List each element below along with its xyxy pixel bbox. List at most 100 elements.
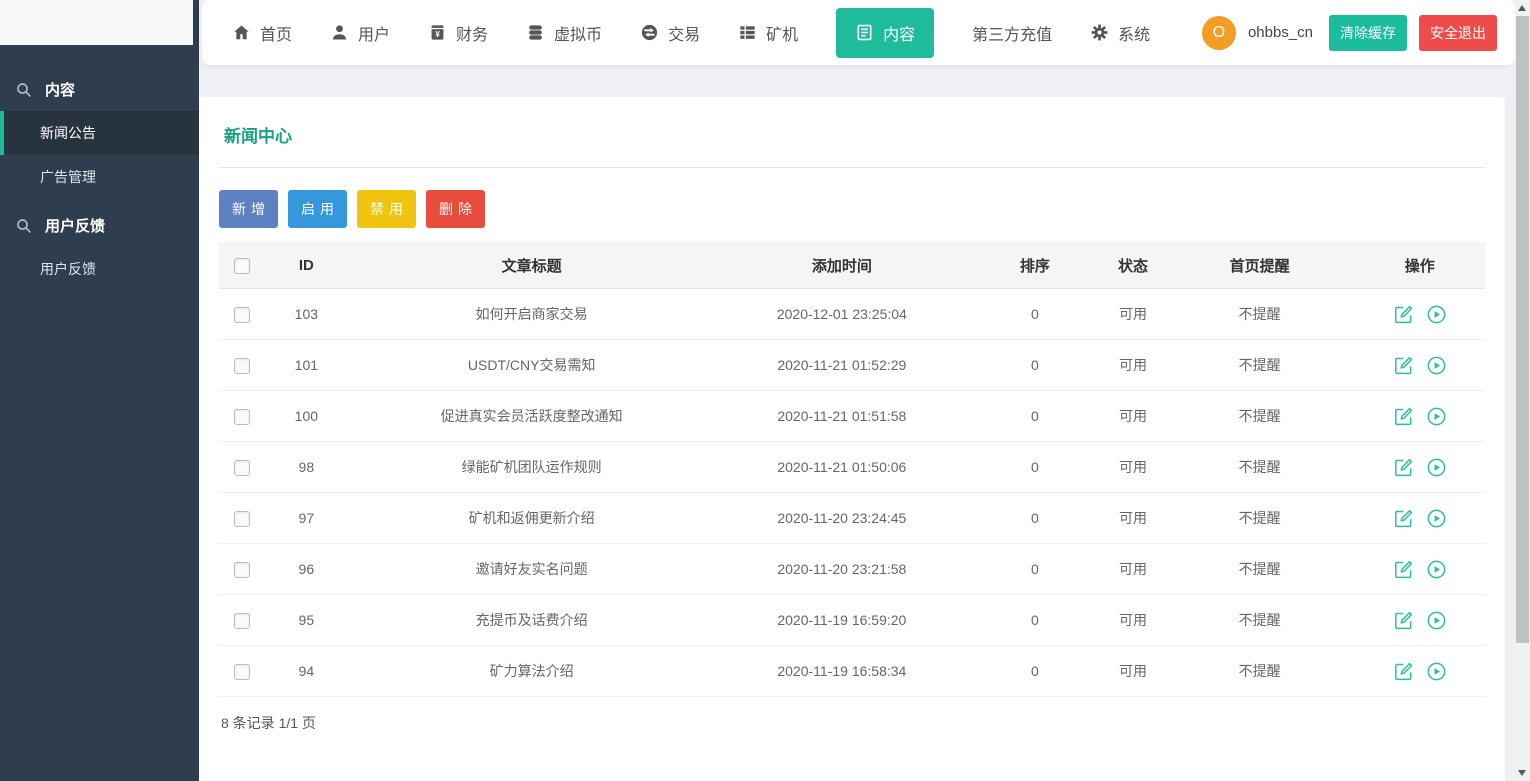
sidebar-item-ads[interactable]: 广告管理	[0, 155, 199, 199]
edit-button[interactable]	[1393, 304, 1414, 325]
cell-remind: 不提醒	[1165, 646, 1355, 697]
content-panel: 新闻中心 新增 启用 禁用 删除 ID 文章标题 添加时间	[199, 97, 1505, 781]
header-time: 添加时间	[715, 242, 968, 289]
play-button[interactable]	[1426, 355, 1447, 376]
cell-title: USDT/CNY交易需知	[348, 340, 715, 391]
header-id: ID	[265, 242, 349, 289]
nav-item-third-party-recharge[interactable]: 第三方充值	[972, 21, 1052, 45]
nav-item-virtual-coin[interactable]: 虚拟币	[526, 21, 602, 45]
edit-button[interactable]	[1393, 559, 1414, 580]
edit-button[interactable]	[1393, 508, 1414, 529]
delete-button[interactable]: 删除	[426, 190, 485, 228]
search-icon	[15, 217, 32, 234]
row-checkbox-cell	[219, 391, 265, 442]
row-checkbox[interactable]	[234, 460, 250, 476]
cell-remind: 不提醒	[1165, 544, 1355, 595]
user-cluster: O ohbbs_cn 清除缓存 安全退出	[1202, 15, 1497, 51]
cell-title: 矿力算法介绍	[348, 646, 715, 697]
play-button[interactable]	[1426, 559, 1447, 580]
add-button[interactable]: 新增	[219, 190, 278, 228]
content-icon	[855, 23, 874, 42]
cell-ops	[1355, 340, 1485, 391]
row-checkbox[interactable]	[234, 358, 250, 374]
header-status: 状态	[1101, 242, 1164, 289]
row-checkbox[interactable]	[234, 613, 250, 629]
row-checkbox[interactable]	[234, 511, 250, 527]
play-button[interactable]	[1426, 508, 1447, 529]
cell-remind: 不提醒	[1165, 340, 1355, 391]
sidebar-section-header-content[interactable]: 内容	[0, 67, 199, 111]
scrollbar-down-arrow[interactable]	[1518, 770, 1526, 776]
row-checkbox[interactable]	[234, 562, 250, 578]
row-checkbox-cell	[219, 544, 265, 595]
scrollbar[interactable]	[1515, 0, 1530, 781]
play-button[interactable]	[1426, 406, 1447, 427]
nav-item-label: 用户	[358, 21, 390, 45]
row-checkbox[interactable]	[234, 409, 250, 425]
page-title: 新闻中心	[219, 97, 1485, 147]
cell-time: 2020-11-21 01:52:29	[715, 340, 968, 391]
username[interactable]: ohbbs_cn	[1248, 24, 1313, 41]
play-button[interactable]	[1426, 610, 1447, 631]
scrollbar-up-arrow[interactable]	[1518, 5, 1526, 11]
gear-icon	[1090, 23, 1109, 42]
play-button[interactable]	[1426, 457, 1447, 478]
news-table: ID 文章标题 添加时间 排序 状态 首页提醒 操作 103如何开启商家交易20…	[219, 242, 1485, 697]
row-checkbox[interactable]	[234, 307, 250, 323]
cell-status: 可用	[1101, 493, 1164, 544]
admin-app: 内容新闻公告广告管理用户反馈用户反馈 首页用户¥财务虚拟币交易矿机内容第三方充值…	[0, 0, 1530, 781]
cell-remind: 不提醒	[1165, 442, 1355, 493]
enable-button[interactable]: 启用	[288, 190, 347, 228]
disable-button[interactable]: 禁用	[357, 190, 416, 228]
cell-status: 可用	[1101, 340, 1164, 391]
cell-title: 邀请好友实名问题	[348, 544, 715, 595]
sidebar-menu: 内容新闻公告广告管理用户反馈用户反馈	[0, 45, 199, 291]
avatar[interactable]: O	[1202, 16, 1236, 50]
cell-time: 2020-11-20 23:21:58	[715, 544, 968, 595]
cell-status: 可用	[1101, 595, 1164, 646]
nav-item-miner[interactable]: 矿机	[738, 21, 798, 45]
scrollbar-thumb[interactable]	[1516, 16, 1529, 643]
cell-status: 可用	[1101, 391, 1164, 442]
record-count: 8 条记录 1/1 页	[221, 713, 1485, 757]
edit-button[interactable]	[1393, 610, 1414, 631]
nav-item-system[interactable]: 系统	[1090, 21, 1150, 45]
sidebar-section-header-user-feedback[interactable]: 用户反馈	[0, 203, 199, 247]
sidebar-item-news[interactable]: 新闻公告	[0, 111, 199, 155]
cell-ops	[1355, 493, 1485, 544]
cell-title: 矿机和返佣更新介绍	[348, 493, 715, 544]
cell-remind: 不提醒	[1165, 391, 1355, 442]
clear-cache-button[interactable]: 清除缓存	[1329, 15, 1407, 51]
logout-button[interactable]: 安全退出	[1419, 15, 1497, 51]
nav-item-trade[interactable]: 交易	[640, 21, 700, 45]
coins-icon	[526, 23, 545, 42]
nav-item-content[interactable]: 内容	[836, 8, 934, 58]
cell-id: 95	[265, 595, 349, 646]
cell-id: 94	[265, 646, 349, 697]
cell-time: 2020-11-21 01:50:06	[715, 442, 968, 493]
sidebar-item-feedback[interactable]: 用户反馈	[0, 247, 199, 291]
edit-button[interactable]	[1393, 457, 1414, 478]
table-row: 94矿力算法介绍2020-11-19 16:58:340可用不提醒	[219, 646, 1485, 697]
nav-item-finance[interactable]: ¥财务	[428, 21, 488, 45]
nav-item-label: 系统	[1118, 21, 1150, 45]
play-button[interactable]	[1426, 661, 1447, 682]
sidebar-section-user-feedback: 用户反馈用户反馈	[0, 203, 199, 291]
play-button[interactable]	[1426, 304, 1447, 325]
user-icon	[330, 23, 349, 42]
edit-button[interactable]	[1393, 406, 1414, 427]
edit-button[interactable]	[1393, 661, 1414, 682]
row-checkbox-cell	[219, 340, 265, 391]
header-title: 文章标题	[348, 242, 715, 289]
sidebar-section-title: 内容	[45, 79, 75, 100]
nav-item-home[interactable]: 首页	[232, 21, 292, 45]
table-row: 100促进真实会员活跃度整改通知2020-11-21 01:51:580可用不提…	[219, 391, 1485, 442]
cell-ops	[1355, 289, 1485, 340]
row-checkbox[interactable]	[234, 664, 250, 680]
edit-button[interactable]	[1393, 355, 1414, 376]
nav-item-label: 矿机	[766, 21, 798, 45]
select-all-checkbox[interactable]	[234, 258, 250, 274]
cell-time: 2020-11-21 01:51:58	[715, 391, 968, 442]
nav-item-users[interactable]: 用户	[330, 21, 390, 45]
cell-sort: 0	[968, 544, 1101, 595]
